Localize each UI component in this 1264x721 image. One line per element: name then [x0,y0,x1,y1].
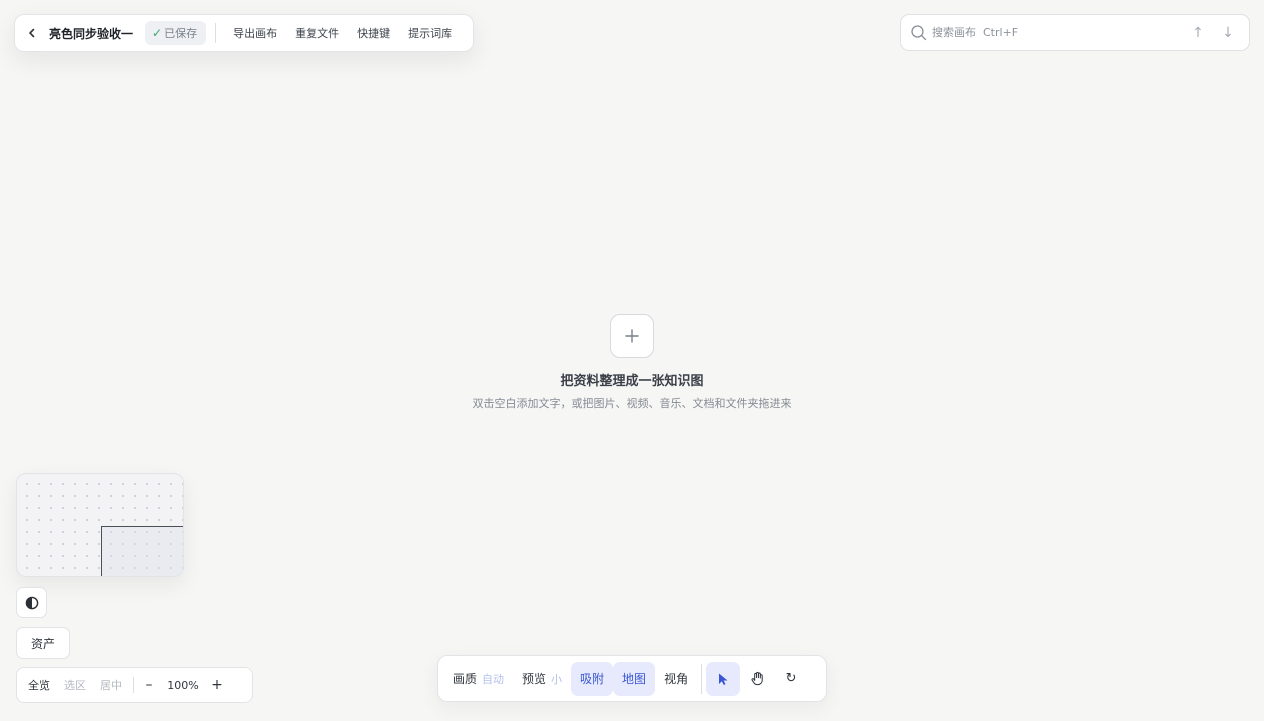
next-result-button[interactable]: ↓ [1217,25,1239,41]
preview-value: 小 [551,672,563,686]
duplicate-file-button[interactable]: 重复文件 [286,25,348,41]
hand-tool-button[interactable] [740,662,774,696]
export-canvas-button[interactable]: 导出画布 [224,25,286,41]
saved-status-badge: ✓ 已保存 [145,21,207,45]
search-input[interactable] [932,26,1179,39]
assets-button[interactable]: 资产 [16,627,70,659]
minimap-viewport[interactable] [101,526,183,576]
previous-result-button[interactable]: ↑ [1187,25,1209,41]
fit-all-button[interactable]: 全览 [21,677,57,693]
quality-label: 画质 [453,672,478,686]
preview-label: 预览 [522,672,547,686]
zoom-bar: 全览 选区 居中 – 100% + [16,667,253,703]
chevron-left-icon [29,28,35,38]
bottom-toolbar: 画质 自动 预览 小 吸附 地图 视角 ↻ [437,655,827,702]
pointer-icon [719,673,728,685]
snap-toggle[interactable]: 吸附 [571,661,614,696]
top-toolbar: 亮色同步验收一 ✓ 已保存 导出画布 重复文件 快捷键 提示词库 [14,14,474,52]
map-toggle[interactable]: 地图 [613,661,656,696]
quality-value: 自动 [482,672,505,686]
search-box: ↑ ↓ [900,14,1250,51]
zoom-in-button[interactable]: + [206,677,228,693]
canvas[interactable]: 亮色同步验收一 ✓ 已保存 导出画布 重复文件 快捷键 提示词库 ↑ ↓ 把资料… [0,0,1264,721]
bottom-toolbar-divider [701,663,703,694]
refresh-icon: ↻ [785,671,797,686]
document-title[interactable]: 亮色同步验收一 [49,25,133,42]
minimap[interactable] [16,473,184,577]
zoom-divider [133,677,134,693]
prompt-library-button[interactable]: 提示词库 [399,25,461,41]
empty-state-hint: 双击空白添加文字，或把图片、视频、音乐、文档和文件夹拖进来 [472,397,792,410]
preview-button[interactable]: 预览 小 [513,662,571,696]
shortcuts-button[interactable]: 快捷键 [348,25,399,41]
select-tool-button[interactable] [706,661,741,696]
quality-button[interactable]: 画质 自动 [444,662,513,696]
zoom-out-button[interactable]: – [138,677,160,693]
fit-selection-button[interactable]: 选区 [57,677,93,693]
refresh-button[interactable]: ↻ [774,662,808,696]
view-angle-button[interactable]: 视角 [655,662,697,696]
search-icon [911,24,927,40]
back-button[interactable] [15,15,49,51]
hand-icon [751,671,763,686]
center-button[interactable]: 居中 [93,677,129,693]
empty-state-title: 把资料整理成一张知识图 [560,374,704,389]
check-icon: ✓ [152,26,163,40]
empty-state: 把资料整理成一张知识图 双击空白添加文字，或把图片、视频、音乐、文档和文件夹拖进… [432,314,832,411]
add-node-button[interactable] [610,314,654,358]
plus-icon [625,329,639,343]
zoom-level: 100% [167,678,199,692]
toolbar-divider [215,23,217,43]
contrast-icon [25,596,38,609]
saved-status-label: 已保存 [164,27,198,40]
theme-toggle-button[interactable] [16,587,47,618]
